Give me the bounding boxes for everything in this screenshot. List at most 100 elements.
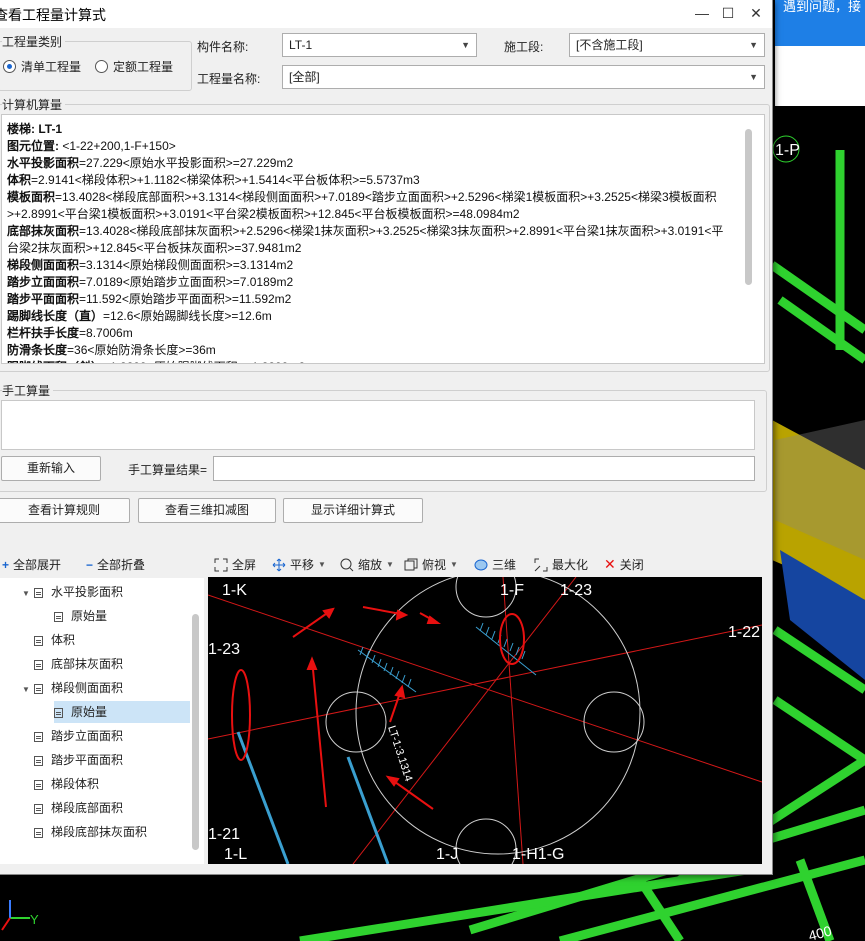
tree-item[interactable]: 原始量	[54, 701, 190, 723]
dimension-label: LT-1:3.1314	[385, 724, 414, 783]
maximize-icon	[534, 558, 548, 571]
tree-item[interactable]: 体积	[22, 629, 75, 651]
3d-label: 三维	[492, 558, 517, 572]
manual-calc-title: 手工算量	[2, 382, 54, 399]
fullscreen-button[interactable]: 全屏	[214, 556, 256, 573]
radio-list-quantity[interactable]: 清单工程量	[3, 58, 81, 75]
calc-line: 楼梯: LT-1	[7, 121, 735, 138]
tree-item-label: 踏步平面面积	[51, 753, 124, 767]
reenter-button[interactable]: 重新输入	[1, 456, 101, 481]
3d-view-button[interactable]: 三维	[474, 556, 516, 573]
tree-item-label: 体积	[51, 633, 76, 647]
stage-select[interactable]: [不含施工段] ▼	[569, 33, 765, 57]
component-select[interactable]: LT-1 ▼	[282, 33, 477, 57]
manual-result-field[interactable]	[213, 456, 755, 481]
notification-text: 遇到问题，接	[783, 0, 862, 14]
calc-line: 防滑条长度=36<原始防滑条长度>=36m	[7, 342, 735, 359]
title-bar[interactable]: 查看工程量计算式 — ☐ ✕	[0, 0, 772, 28]
tree-item[interactable]: 踏步立面面积	[22, 725, 123, 747]
calc-line: 体积=2.9141<梯段体积>+1.1182<梯梁体积>+1.5414<平台板体…	[7, 172, 735, 189]
close-button[interactable]: ✕	[742, 2, 770, 24]
tree-item[interactable]: 踏步平面面积	[22, 749, 123, 771]
maximize-view-button[interactable]: 最大化	[534, 556, 588, 573]
component-label: 构件名称:	[197, 40, 249, 54]
calc-line: 图元位置: <1-22+200,1-F+150>	[7, 138, 735, 155]
expander-icon[interactable]: ▼	[22, 679, 34, 701]
document-node-icon	[34, 827, 43, 838]
axis-label: 1-23	[208, 641, 240, 658]
manual-calc-input[interactable]	[1, 400, 755, 450]
deduction-viewport[interactable]: 1-K 1-F 1-23 1-22 1-23 1-21 1-L 1-J 1-H1…	[208, 577, 762, 864]
pan-label: 平移	[290, 558, 315, 572]
tree-item[interactable]: 梯段体积	[22, 773, 99, 795]
tree-item[interactable]: 底部抹灰面积	[22, 653, 123, 675]
tree-item[interactable]: 梯段底部面积	[22, 797, 123, 819]
calc-line-key: 踢脚线长度（直）	[7, 309, 104, 323]
close-view-button[interactable]: ✕ 关闭	[604, 556, 644, 573]
calc-formula-dialog: 查看工程量计算式 — ☐ ✕ 工程量类别 清单工程量 定额工程量 构件名称: L…	[0, 0, 773, 875]
tree-item-label: 水平投影面积	[51, 585, 124, 599]
view-toolbar: 全屏 平移 ▼ 缩放 ▼ 俯视 ▼ 三维 最大化 ✕ 关闭	[208, 552, 762, 577]
axis-label: 1-F	[500, 582, 524, 599]
view-3d-deduction-button[interactable]: 查看三维扣减图	[138, 498, 276, 523]
tree-scrollbar[interactable]	[192, 614, 199, 850]
dropdown-arrow-icon: ▼	[318, 560, 326, 569]
expand-all-button[interactable]: + 全部展开	[2, 556, 61, 573]
axis-label: 1-L	[224, 846, 247, 863]
zoom-button[interactable]: 缩放 ▼	[340, 556, 394, 573]
view-rules-button[interactable]: 查看计算规则	[0, 498, 130, 523]
tree-item[interactable]: 原始量	[54, 605, 107, 627]
calc-line-key: 防滑条长度	[7, 343, 68, 357]
notification-body	[775, 46, 865, 106]
calc-line: 模板面积=13.4028<梯段底部面积>+3.1314<梯段侧面面积>+7.01…	[7, 189, 735, 223]
tree-item[interactable]: 梯段底部抹灰面积	[22, 821, 147, 843]
bg-axis-label: 1-P	[775, 142, 800, 159]
radio-quota-quantity[interactable]: 定额工程量	[95, 58, 173, 75]
calc-scrollbar[interactable]	[745, 129, 752, 285]
document-node-icon	[34, 779, 43, 790]
calc-line-key: 踏步立面面积	[7, 275, 80, 289]
dropdown-arrow-icon: ▼	[749, 40, 758, 50]
expander-icon[interactable]: ▼	[22, 583, 34, 605]
collapse-all-button[interactable]: − 全部折叠	[86, 556, 145, 573]
fullscreen-icon	[214, 558, 228, 571]
dropdown-arrow-icon: ▼	[450, 560, 458, 569]
calc-line: 踏步平面面积=11.592<原始踏步平面面积>=11.592m2	[7, 291, 735, 308]
tree-item-label: 梯段侧面面积	[51, 681, 124, 695]
radio-list-label: 清单工程量	[21, 60, 82, 74]
calc-line-key: 体积	[7, 173, 32, 187]
show-detail-button[interactable]: 显示详细计算式	[283, 498, 423, 523]
stage-label: 施工段:	[504, 40, 544, 54]
calc-line: 踢脚线面积（斜）=1.8899<原始踢脚线面积>=1.8899m2	[7, 359, 735, 363]
tree-item-label: 底部抹灰面积	[51, 657, 124, 671]
tree-item[interactable]: ▼ 梯段侧面面积	[22, 677, 123, 699]
document-node-icon	[34, 635, 43, 646]
minimize-button[interactable]: —	[688, 2, 716, 24]
pan-button[interactable]: 平移 ▼	[272, 556, 326, 573]
maximize-button[interactable]: ☐	[714, 2, 742, 24]
dropdown-arrow-icon: ▼	[749, 72, 758, 82]
calc-line-key: 栏杆扶手长度	[7, 326, 80, 340]
axis-label: 1-21	[208, 826, 240, 843]
tree-item[interactable]: ▼ 水平投影面积	[22, 581, 123, 603]
document-node-icon	[34, 803, 43, 814]
computer-calc-text[interactable]: 楼梯: LT-1 图元位置: <1-22+200,1-F+150> 水平投影面积=2…	[1, 114, 765, 364]
calc-line-key: 踏步平面面积	[7, 292, 80, 306]
quantity-select[interactable]: [全部] ▼	[282, 65, 765, 89]
calc-line: 梯段侧面面积=3.1314<原始梯段侧面面积>=3.1314m2	[7, 257, 735, 274]
top-view-button[interactable]: 俯视 ▼	[404, 556, 458, 573]
radio-checked-icon	[3, 60, 16, 73]
zoom-label: 缩放	[358, 558, 383, 572]
pan-icon	[272, 558, 286, 571]
calc-line-key: 楼梯: LT-1	[7, 122, 63, 136]
tree-toolbar: + 全部展开 − 全部折叠	[0, 548, 204, 576]
stage-value: [不含施工段]	[576, 38, 643, 52]
radio-unchecked-icon	[95, 60, 108, 73]
top-view-label: 俯视	[422, 558, 447, 572]
notification-banner[interactable]: 遇到问题，接	[775, 0, 865, 46]
stair-lines	[236, 731, 390, 864]
expand-icon: +	[2, 557, 10, 572]
calc-line-key: 水平投影面积	[7, 156, 80, 170]
dropdown-arrow-icon: ▼	[386, 560, 394, 569]
calc-line-value: =11.592<原始踏步平面面积>=11.592m2	[79, 292, 292, 306]
